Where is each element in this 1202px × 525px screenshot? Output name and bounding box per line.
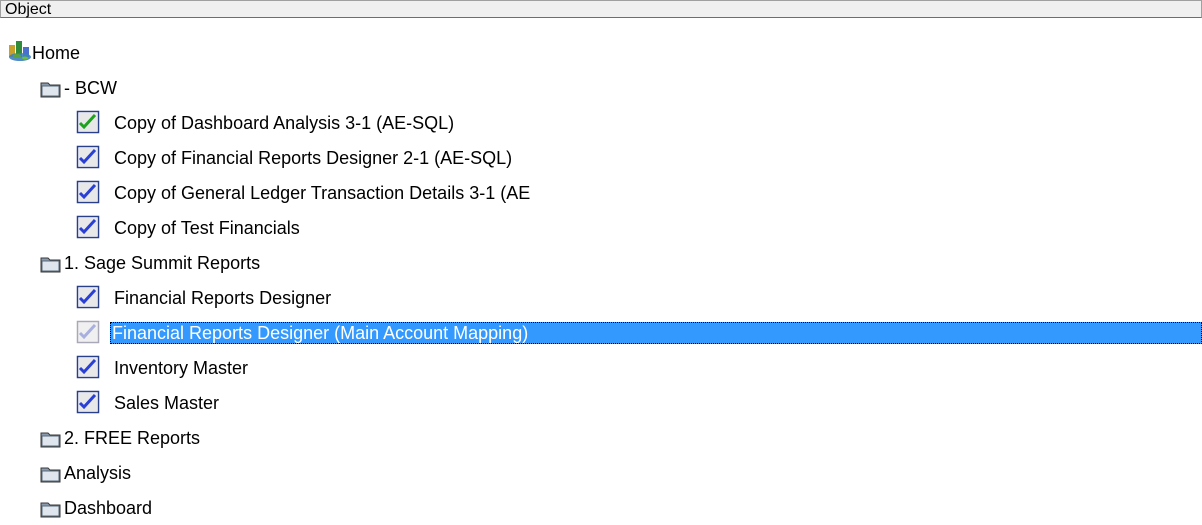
tree-item-label: 1. Sage Summit Reports bbox=[64, 253, 261, 273]
tree-item-report-selected[interactable]: Financial Reports Designer (Main Account… bbox=[0, 314, 1202, 349]
column-header-object[interactable]: Object bbox=[0, 0, 1202, 18]
tree-item-label: Sales Master bbox=[114, 393, 220, 413]
tree-item-folder-dashboard[interactable]: Dashboard bbox=[0, 489, 1202, 524]
tree-item-label: Copy of Dashboard Analysis 3-1 (AE-SQL) bbox=[114, 113, 455, 133]
tree-item-report[interactable]: Copy of Dashboard Analysis 3-1 (AE-SQL) bbox=[0, 104, 1202, 139]
report-check-green-icon bbox=[76, 110, 100, 134]
report-check-blue-icon bbox=[76, 145, 100, 169]
tree-item-report[interactable]: Sales Master bbox=[0, 384, 1202, 419]
folder-icon bbox=[40, 81, 62, 98]
tree-item-label: Copy of General Ledger Transaction Detai… bbox=[114, 183, 531, 203]
object-tree-window: Object Home - BCW Copy of Dashboard Anal… bbox=[0, 0, 1202, 525]
report-check-blue-icon bbox=[76, 180, 100, 204]
tree-item-folder-sage-summit[interactable]: 1. Sage Summit Reports bbox=[0, 244, 1202, 279]
tree-item-label: Copy of Test Financials bbox=[114, 218, 300, 238]
tree-item-report[interactable]: Inventory Master bbox=[0, 349, 1202, 384]
tree-item-folder-analysis[interactable]: Analysis bbox=[0, 454, 1202, 489]
report-check-blue-icon bbox=[76, 390, 100, 414]
tree-item-report[interactable]: Financial Reports Designer bbox=[0, 279, 1202, 314]
report-check-blue-icon bbox=[76, 355, 100, 379]
tree-item-report[interactable]: Copy of Financial Reports Designer 2-1 (… bbox=[0, 139, 1202, 174]
report-check-blue-icon bbox=[76, 285, 100, 309]
tree-item-folder-bcw[interactable]: - BCW bbox=[0, 69, 1202, 104]
tree-item-label: Copy of Financial Reports Designer 2-1 (… bbox=[114, 148, 513, 168]
folder-icon bbox=[40, 256, 62, 273]
tree-item-report[interactable]: Copy of General Ledger Transaction Detai… bbox=[0, 174, 1202, 209]
report-check-faded-icon bbox=[76, 320, 100, 344]
column-header-label: Object bbox=[5, 1, 52, 18]
tree-item-label: Analysis bbox=[64, 463, 132, 483]
tree-item-label: Home bbox=[32, 43, 81, 63]
tree-item-home[interactable]: Home bbox=[0, 34, 1202, 69]
tree-item-label: Financial Reports Designer (Main Account… bbox=[110, 322, 1202, 344]
tree-item-folder-free-reports[interactable]: 2. FREE Reports bbox=[0, 419, 1202, 454]
tree-item-label: Financial Reports Designer bbox=[114, 288, 332, 308]
tree-item-label: Inventory Master bbox=[114, 358, 249, 378]
folder-icon bbox=[40, 501, 62, 518]
folder-icon bbox=[40, 431, 62, 448]
report-check-blue-icon bbox=[76, 215, 100, 239]
tree-item-label: - BCW bbox=[64, 78, 117, 98]
folder-icon bbox=[40, 466, 62, 483]
tree-item-label: 2. FREE Reports bbox=[64, 428, 201, 448]
tree-item-report[interactable]: Copy of Test Financials bbox=[0, 209, 1202, 244]
tree-item-label: Dashboard bbox=[64, 498, 153, 518]
